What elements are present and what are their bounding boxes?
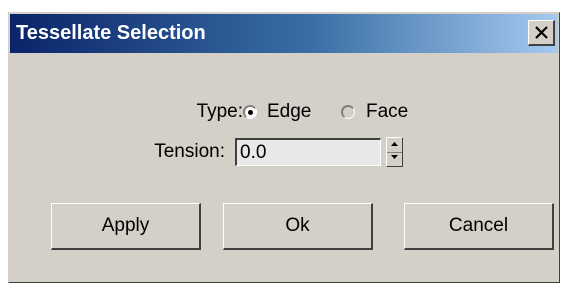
ok-button[interactable]: Ok: [223, 203, 373, 250]
close-button[interactable]: [528, 20, 555, 46]
tension-label: Tension:: [154, 141, 225, 162]
title-bar[interactable]: Tessellate Selection: [10, 14, 558, 53]
edge-radio[interactable]: [243, 105, 257, 119]
radio-selected-dot: [248, 110, 253, 115]
cancel-button[interactable]: Cancel: [404, 203, 554, 250]
dialog-window: Tessellate Selection Type: Edge Face Ten…: [8, 12, 560, 283]
arrow-up-icon: [391, 142, 398, 146]
window-title: Tessellate Selection: [16, 22, 206, 44]
spinner-down-button[interactable]: [387, 152, 402, 166]
tension-input[interactable]: [235, 138, 381, 166]
face-radio[interactable]: [341, 105, 355, 119]
type-label: Type:: [196, 101, 243, 122]
close-icon: [535, 26, 548, 39]
face-radio-label[interactable]: Face: [366, 101, 408, 123]
edge-radio-label[interactable]: Edge: [267, 101, 311, 123]
spinner-up-button[interactable]: [387, 138, 402, 153]
tension-spinner[interactable]: [386, 137, 403, 167]
apply-button[interactable]: Apply: [51, 203, 201, 250]
arrow-down-icon: [391, 155, 398, 159]
